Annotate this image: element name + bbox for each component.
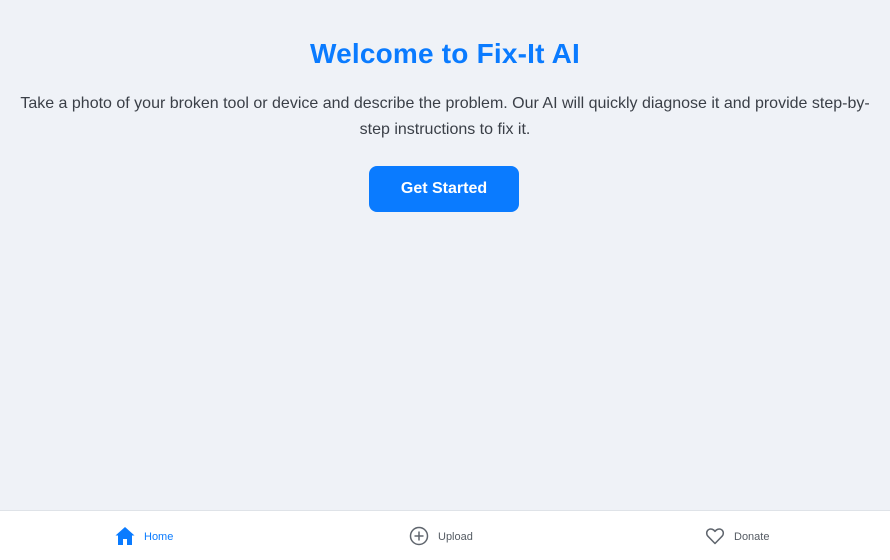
nav-label-home: Home (144, 530, 174, 543)
get-started-button[interactable]: Get Started (369, 166, 519, 212)
page-title: Welcome to Fix-It AI (309, 38, 581, 69)
nav-item-upload[interactable]: Upload (408, 511, 473, 560)
heart-icon (704, 525, 726, 547)
nav-item-home[interactable]: Home (114, 511, 173, 560)
nav-label-upload: Upload (438, 530, 473, 543)
home-icon (114, 525, 136, 547)
app-page: Welcome to Fix-It AI Take a photo of you… (0, 0, 890, 560)
nav-item-donate[interactable]: Donate (704, 511, 769, 560)
plus-circle-icon (408, 525, 430, 547)
hero-description: Take a photo of your broken tool or devi… (20, 95, 870, 138)
bottom-navigation: Home Upload Donate (0, 510, 890, 560)
nav-label-donate: Donate (734, 530, 770, 543)
